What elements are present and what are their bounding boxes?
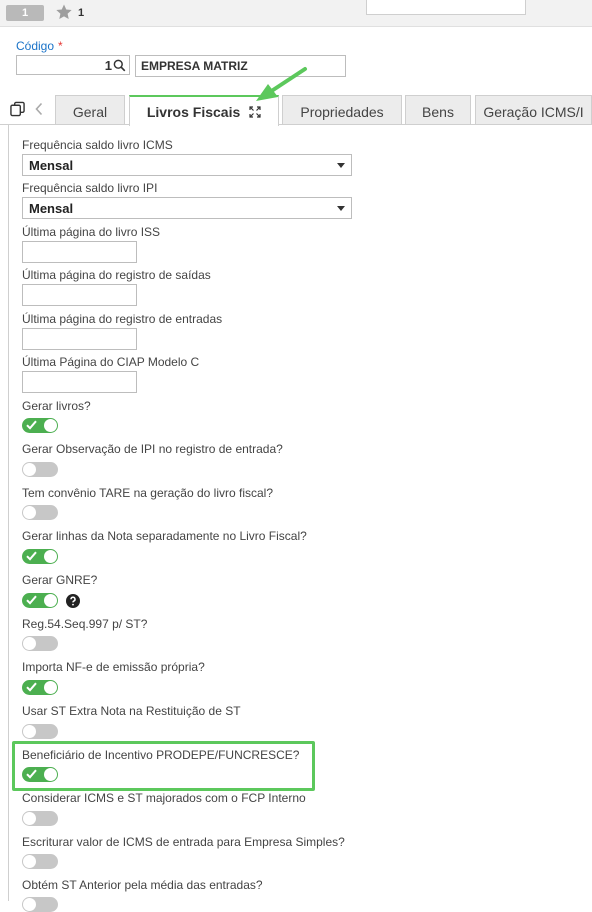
required-mark: * xyxy=(58,39,63,53)
st-extra-nota-toggle[interactable] xyxy=(22,724,58,739)
st-anterior-media-toggle[interactable] xyxy=(22,897,58,912)
check-icon xyxy=(26,551,37,561)
ult-pag-iss-label: Última página do livro ISS xyxy=(22,225,161,239)
tab-bens-label: Bens xyxy=(422,104,454,120)
ult-pag-saidas-input[interactable] xyxy=(22,284,137,306)
highlight-box xyxy=(12,741,315,791)
tab-livros-fiscais-label: Livros Fiscais xyxy=(146,104,241,120)
toggle-label: Importa NF-e de emissão própria? xyxy=(22,660,205,674)
reg54-toggle[interactable] xyxy=(22,636,58,651)
gerar-gnre-toggle[interactable] xyxy=(22,593,58,608)
ult-pag-ciap-input[interactable] xyxy=(22,371,137,393)
check-icon xyxy=(26,420,37,430)
chevron-down-icon xyxy=(337,206,345,211)
tab-propriedades-label: Propriedades xyxy=(300,104,384,120)
toggle-knob xyxy=(23,855,36,868)
linhas-nota-toggle[interactable] xyxy=(22,549,58,564)
importa-nfe-toggle[interactable] xyxy=(22,680,58,695)
ult-pag-iss-input[interactable] xyxy=(22,241,137,263)
tab-geracao-icms-label: Geração ICMS/I xyxy=(483,104,584,120)
freq-ipi-select[interactable]: Mensal xyxy=(22,197,352,219)
gerar-livros-toggle[interactable] xyxy=(22,418,58,433)
freq-icms-value: Mensal xyxy=(29,158,74,173)
toggle-label: Escriturar valor de ICMS de entrada para… xyxy=(22,835,345,849)
copy-icon[interactable] xyxy=(10,101,25,117)
ult-pag-entradas-input[interactable] xyxy=(22,328,137,350)
icms-empresa-simples-toggle[interactable] xyxy=(22,854,58,869)
tab-geral[interactable]: Geral xyxy=(55,95,125,124)
toggle-label: Reg.54.Seq.997 p/ ST? xyxy=(22,617,148,631)
search-icon[interactable] xyxy=(113,59,126,72)
empresa-name-field[interactable]: EMPRESA MATRIZ xyxy=(135,55,346,77)
icms-st-fcp-toggle[interactable] xyxy=(22,811,58,826)
ult-pag-ciap-label: Última Página do CIAP Modelo C xyxy=(22,355,200,369)
tab-livros-fiscais[interactable]: Livros Fiscais xyxy=(129,95,279,126)
record-number: 1 xyxy=(78,7,85,19)
freq-icms-select[interactable]: Mensal xyxy=(22,154,352,176)
star-icon[interactable] xyxy=(55,3,73,21)
codigo-label-text: Código xyxy=(16,39,55,53)
ult-pag-saidas-label: Última página do registro de saídas xyxy=(22,268,211,282)
tab-propriedades[interactable]: Propriedades xyxy=(282,95,402,124)
toggle-knob xyxy=(44,419,57,432)
toggle-label: Gerar Observação de IPI no registro de e… xyxy=(22,442,283,456)
toggle-knob xyxy=(23,463,36,476)
dropdown-popup xyxy=(366,0,526,15)
record-badge[interactable]: 1 xyxy=(6,5,44,21)
toggle-label: Obtém ST Anterior pela média das entrada… xyxy=(22,878,263,892)
freq-ipi-label: Frequência saldo livro IPI xyxy=(22,181,158,195)
codigo-label: Código * xyxy=(16,39,63,53)
toggle-label: Gerar livros? xyxy=(22,399,91,413)
convenio-tare-toggle[interactable] xyxy=(22,505,58,520)
toggle-knob xyxy=(23,725,36,738)
ult-pag-entradas-label: Última página do registro de entradas xyxy=(22,312,223,326)
freq-icms-label: Frequência saldo livro ICMS xyxy=(22,138,173,152)
tab-geral-label: Geral xyxy=(72,104,108,120)
toggle-knob xyxy=(44,594,57,607)
toggle-knob xyxy=(23,898,36,911)
chevron-down-icon xyxy=(337,163,345,168)
tab-bens[interactable]: Bens xyxy=(405,95,471,124)
toggle-knob xyxy=(23,812,36,825)
toggle-label: Gerar linhas da Nota separadamente no Li… xyxy=(22,529,307,543)
toggle-label: Tem convênio TARE na geração do livro fi… xyxy=(22,486,274,500)
gerar-obs-ipi-toggle[interactable] xyxy=(22,462,58,477)
codigo-field[interactable]: 1 xyxy=(16,55,130,75)
toggle-label: Gerar GNRE? xyxy=(22,573,98,587)
toggle-knob xyxy=(44,550,57,563)
expand-icon[interactable] xyxy=(249,106,261,118)
tab-geracao-icms[interactable]: Geração ICMS/I xyxy=(475,95,592,124)
help-icon[interactable] xyxy=(66,594,80,608)
toggle-label: Considerar ICMS e ST majorados com o FCP… xyxy=(22,791,306,805)
toggle-knob xyxy=(23,637,36,650)
codigo-value: 1 xyxy=(104,58,112,73)
toggle-knob xyxy=(23,506,36,519)
chevron-left-icon[interactable] xyxy=(34,102,44,116)
freq-ipi-value: Mensal xyxy=(29,201,74,216)
check-icon xyxy=(26,682,37,692)
check-icon xyxy=(26,595,37,605)
toggle-label: Usar ST Extra Nota na Restituição de ST xyxy=(22,704,241,718)
toggle-knob xyxy=(44,681,57,694)
